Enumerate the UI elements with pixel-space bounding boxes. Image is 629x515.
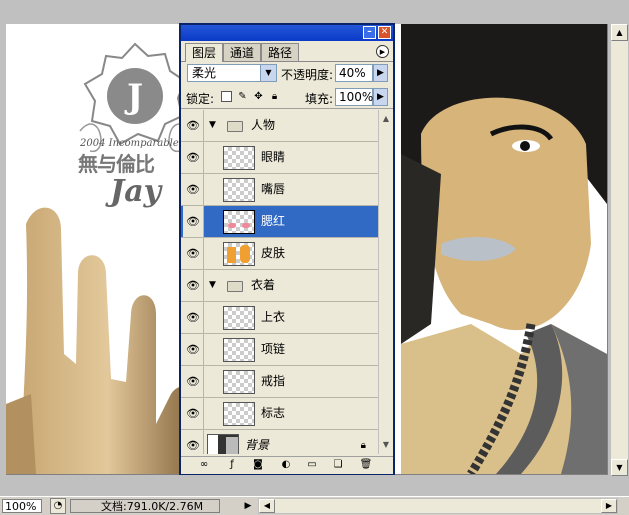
zoom-field[interactable]: 100% — [2, 499, 42, 513]
document-info: 文档:791.0K/2.76M — [70, 499, 220, 513]
opacity-slider-icon[interactable]: ▶ — [373, 64, 388, 82]
eye-icon[interactable]: 👁︎ — [183, 302, 204, 333]
tab-paths[interactable]: 路径 — [261, 43, 300, 61]
scroll-up-icon[interactable]: ▲ — [611, 24, 628, 41]
hand-image — [6, 207, 192, 474]
fill-input[interactable]: 100% — [335, 88, 373, 106]
trash-icon[interactable]: 🗑︎ — [359, 459, 373, 471]
lock-all-icon[interactable]: 🔒︎ — [269, 91, 280, 102]
layer-thumbnail — [223, 306, 255, 330]
layer-group-clothing[interactable]: 👁︎ ▼ 衣着 — [181, 270, 378, 302]
eye-icon[interactable]: 👁︎ — [183, 206, 204, 237]
eye-icon[interactable]: 👁︎ — [183, 270, 204, 301]
layer-thumbnail — [207, 434, 239, 454]
vertical-scrollbar[interactable]: ▲ ▼ — [610, 24, 628, 476]
layer-name: 上衣 — [261, 310, 286, 324]
palette-menu-icon[interactable]: ▶ — [376, 45, 389, 58]
layer-thumbnail — [223, 242, 255, 266]
layer-name: 标志 — [261, 406, 286, 420]
navigator-icon[interactable]: ◔ — [50, 498, 66, 514]
eye-icon[interactable]: 👁︎ — [183, 110, 204, 141]
layer-name: 腮红 — [261, 214, 286, 228]
eye-icon[interactable]: 👁︎ — [183, 238, 204, 269]
layer-name: 人物 — [251, 118, 276, 132]
layer-thumbnail — [223, 402, 255, 426]
fill-slider-icon[interactable]: ▶ — [373, 88, 388, 106]
blend-mode-select[interactable]: 柔光 ▼ — [187, 64, 277, 82]
link-icon[interactable]: ∞ — [197, 459, 211, 471]
layer-list-scrollbar[interactable]: ▲ ▼ — [378, 110, 393, 454]
layer-background[interactable]: 👁︎ 背景 🔒︎ — [181, 430, 378, 454]
eye-icon[interactable]: 👁︎ — [183, 174, 204, 205]
tab-layers[interactable]: 图层 — [185, 43, 224, 62]
folder-icon — [227, 121, 243, 132]
opacity-input[interactable]: 40% — [335, 64, 373, 82]
eye-icon[interactable]: 👁︎ — [183, 366, 204, 397]
minimize-icon[interactable]: – — [363, 26, 376, 39]
blend-mode-value: 柔光 — [192, 66, 217, 80]
layer-name: 眼睛 — [261, 150, 286, 164]
layer-ring[interactable]: 👁︎ 戒指 — [181, 366, 378, 398]
fill-label: 填充: — [305, 92, 334, 106]
lock-label: 锁定: — [186, 92, 215, 106]
expand-arrow-icon[interactable]: ▼ — [209, 110, 216, 141]
adjustment-layer-icon[interactable]: ◐ — [279, 459, 293, 471]
palette-bottom-bar: ∞ ƒ ◙ ◐ ▭ ❏ 🗑︎ — [181, 456, 393, 474]
layer-necklace[interactable]: 👁︎ 项链 — [181, 334, 378, 366]
tab-channels[interactable]: 通道 — [223, 43, 262, 61]
new-group-icon[interactable]: ▭ — [305, 459, 319, 471]
lock-image-icon[interactable]: ✎ — [237, 91, 248, 102]
lock-icon: 🔒︎ — [360, 440, 366, 451]
chevron-down-icon[interactable]: ▼ — [260, 65, 276, 81]
scroll-left-icon[interactable]: ◀ — [259, 499, 275, 513]
layer-list: 👁︎ ▼ 人物 👁︎ 眼睛 👁︎ 嘴唇 👁︎ 腮红 👁︎ 皮肤 👁︎ ▼ 衣着 … — [181, 110, 378, 454]
layer-name: 嘴唇 — [261, 182, 286, 196]
svg-text:J: J — [124, 77, 143, 117]
layer-group-people[interactable]: 👁︎ ▼ 人物 — [181, 110, 378, 142]
eye-icon[interactable]: 👁︎ — [183, 334, 204, 365]
opacity-label: 不透明度: — [281, 68, 334, 82]
layer-thumbnail — [223, 210, 255, 234]
layer-eyes[interactable]: 👁︎ 眼睛 — [181, 142, 378, 174]
eye-icon[interactable]: 👁︎ — [183, 142, 204, 173]
scroll-down-icon[interactable]: ▼ — [611, 459, 628, 476]
scroll-down-icon[interactable]: ▼ — [379, 438, 393, 452]
status-bar: 100% ◔ 文档:791.0K/2.76M ▶ ◀ ▶ — [0, 496, 629, 515]
eye-icon[interactable]: 👁︎ — [183, 398, 204, 429]
layer-mask-icon[interactable]: ◙ — [251, 459, 265, 471]
palette-titlebar[interactable]: – ✕ — [181, 25, 393, 41]
lock-position-icon[interactable]: ✥ — [253, 91, 264, 102]
layer-thumbnail — [223, 178, 255, 202]
layer-thumbnail — [223, 338, 255, 362]
layer-top[interactable]: 👁︎ 上衣 — [181, 302, 378, 334]
portrait-image — [401, 24, 607, 474]
layer-name: 衣着 — [251, 278, 276, 292]
status-menu-icon[interactable]: ▶ — [242, 499, 254, 513]
scroll-right-icon[interactable]: ▶ — [601, 499, 617, 513]
layer-logo[interactable]: 👁︎ 标志 — [181, 398, 378, 430]
layers-palette: – ✕ 图层 通道 路径 ▶ 柔光 ▼ 不透明度: 40% ▶ 锁定: ✎ ✥ … — [179, 23, 395, 475]
layer-name: 背景 — [245, 438, 270, 452]
horizontal-scrollbar[interactable]: ◀ ▶ — [258, 498, 618, 514]
lock-transparency-icon[interactable] — [221, 91, 232, 102]
eye-icon[interactable]: 👁︎ — [183, 430, 204, 454]
palette-tabs: 图层 通道 路径 ▶ — [181, 41, 393, 62]
layer-name: 皮肤 — [261, 246, 286, 260]
layer-blush[interactable]: 👁︎ 腮红 — [181, 206, 378, 238]
expand-arrow-icon[interactable]: ▼ — [209, 270, 216, 301]
blend-opacity-row: 柔光 ▼ 不透明度: 40% ▶ — [181, 62, 393, 84]
folder-icon — [227, 281, 243, 292]
layer-lips[interactable]: 👁︎ 嘴唇 — [181, 174, 378, 206]
layer-name: 戒指 — [261, 374, 286, 388]
layer-thumbnail — [223, 146, 255, 170]
logo-text: 無与倫比 — [78, 152, 155, 176]
layer-thumbnail — [223, 370, 255, 394]
close-icon[interactable]: ✕ — [378, 26, 391, 39]
layer-name: 项链 — [261, 342, 286, 356]
layer-skin[interactable]: 👁︎ 皮肤 — [181, 238, 378, 270]
lock-fill-row: 锁定: ✎ ✥ 🔒︎ 填充: 100% ▶ — [181, 86, 393, 109]
scroll-up-icon[interactable]: ▲ — [379, 112, 393, 126]
layer-style-icon[interactable]: ƒ — [225, 459, 239, 471]
new-layer-icon[interactable]: ❏ — [331, 459, 345, 471]
